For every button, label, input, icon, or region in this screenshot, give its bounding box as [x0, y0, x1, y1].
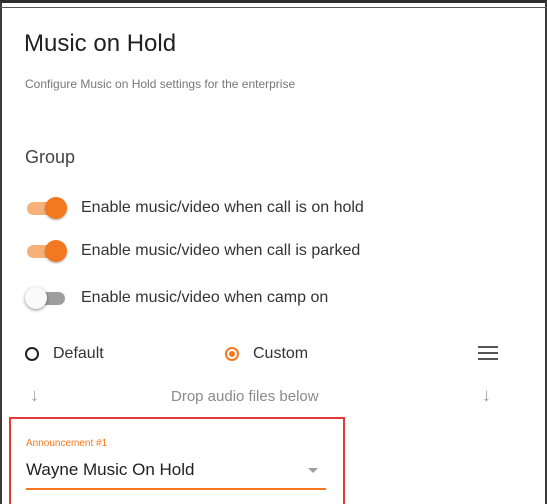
radio-custom-label: Custom — [253, 345, 309, 362]
camp-on-toggle[interactable] — [25, 286, 69, 310]
page-title: Music on Hold — [24, 30, 177, 57]
toggle-row-hold[interactable]: Enable music/video when call is on hold — [25, 196, 364, 220]
toggle-thumb[interactable] — [45, 197, 67, 219]
announcement-highlight: Announcement #1 Wayne Music On Hold — [9, 417, 345, 504]
arrow-down-icon: ↓ — [482, 385, 491, 405]
source-radio-group: Default Custom — [25, 345, 505, 367]
group-heading: Group — [25, 147, 76, 167]
drop-instructions: Drop audio files below — [171, 388, 319, 405]
toggle-row-camp-on[interactable]: Enable music/video when camp on — [25, 286, 328, 310]
drop-zone-header: ↓ Drop audio files below ↓ — [25, 385, 505, 409]
page-subtitle: Configure Music on Hold settings for the… — [25, 77, 296, 91]
menu-icon[interactable] — [478, 346, 500, 362]
parked-toggle[interactable] — [25, 239, 69, 263]
toggle-thumb[interactable] — [25, 287, 47, 309]
select-underline — [26, 488, 326, 490]
top-divider — [0, 7, 547, 8]
radio-default[interactable]: Default — [25, 345, 104, 363]
toggle-thumb[interactable] — [45, 240, 67, 262]
arrow-down-icon: ↓ — [30, 385, 39, 405]
radio-custom[interactable]: Custom — [225, 345, 308, 363]
announcement-label: Announcement #1 — [26, 438, 108, 449]
radio-default-circle[interactable] — [25, 347, 39, 361]
chevron-down-icon[interactable] — [308, 468, 318, 473]
radio-default-label: Default — [53, 345, 104, 362]
toggle-row-parked[interactable]: Enable music/video when call is parked — [25, 239, 360, 263]
announcement-select[interactable]: Wayne Music On Hold — [26, 460, 194, 480]
hold-toggle-label: Enable music/video when call is on hold — [81, 199, 364, 216]
hold-toggle[interactable] — [25, 196, 69, 220]
camp-on-toggle-label: Enable music/video when camp on — [81, 289, 329, 306]
radio-custom-circle[interactable] — [225, 347, 239, 361]
parked-toggle-label: Enable music/video when call is parked — [81, 242, 361, 259]
